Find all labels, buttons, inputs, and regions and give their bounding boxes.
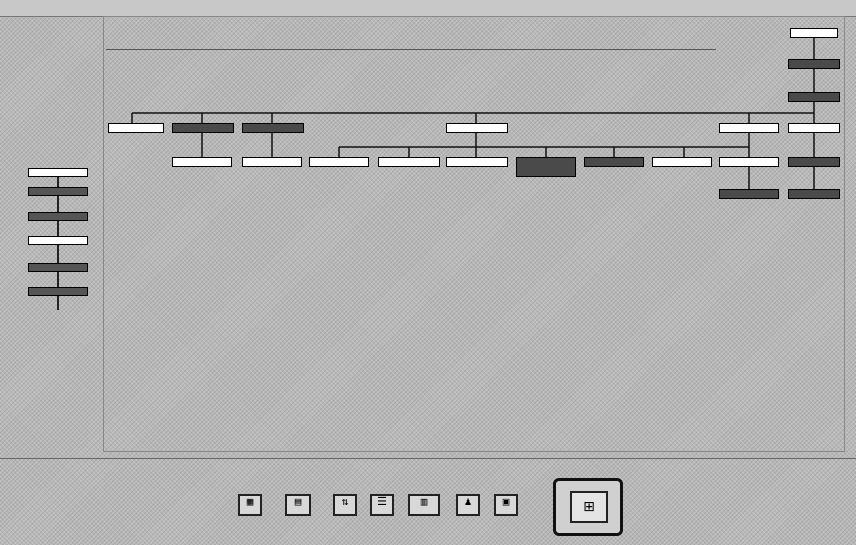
overview-node[interactable] <box>28 187 88 196</box>
org-node[interactable] <box>378 157 440 167</box>
sort-button[interactable]: ⇅ <box>333 494 357 516</box>
grid-icon: ▤ <box>294 495 302 508</box>
org-node[interactable] <box>309 157 369 167</box>
org-node[interactable] <box>788 123 840 133</box>
menu-bar <box>0 0 856 17</box>
org-node[interactable] <box>719 123 779 133</box>
root-node[interactable] <box>790 28 838 38</box>
org-node[interactable] <box>788 189 840 199</box>
org-node[interactable] <box>719 189 779 199</box>
org-chart-button[interactable]: ⊞ <box>553 478 623 536</box>
list-view-button[interactable]: ☰ <box>370 494 394 516</box>
connector <box>57 272 59 287</box>
document-button[interactable]: ▣ <box>494 494 518 516</box>
org-node[interactable] <box>652 157 712 167</box>
org-node[interactable] <box>242 123 304 133</box>
status-bar <box>0 458 856 473</box>
org-node[interactable] <box>172 123 234 133</box>
overview-node[interactable] <box>28 168 88 177</box>
org-node[interactable] <box>172 157 232 167</box>
overview-node[interactable] <box>28 212 88 221</box>
person-icon: ♟ <box>464 495 472 508</box>
table-view-button[interactable]: ▦ <box>238 494 262 516</box>
org-node[interactable] <box>788 157 840 167</box>
overview-panel <box>0 16 100 456</box>
connector <box>57 196 59 212</box>
connector <box>57 296 59 310</box>
org-node[interactable] <box>446 157 508 167</box>
sort-icon: ⇅ <box>341 495 349 508</box>
overview-node[interactable] <box>28 287 88 296</box>
org-node[interactable] <box>516 157 576 177</box>
document-icon: ▣ <box>502 495 510 508</box>
connector-lines <box>131 37 815 189</box>
connector <box>57 177 59 187</box>
person-button[interactable]: ♟ <box>456 494 480 516</box>
org-node[interactable] <box>719 157 779 167</box>
org-node[interactable] <box>446 123 508 133</box>
org-node[interactable] <box>108 123 164 133</box>
overview-node[interactable] <box>28 263 88 272</box>
diagram-canvas[interactable] <box>103 16 845 452</box>
tree-icon: ⊞ <box>570 491 608 523</box>
right-column-node[interactable] <box>788 59 840 69</box>
overview-node[interactable] <box>28 236 88 245</box>
connector <box>57 221 59 236</box>
org-node[interactable] <box>242 157 302 167</box>
org-node[interactable] <box>584 157 644 167</box>
table-icon: ▦ <box>246 495 254 508</box>
chart-icon: ▥ <box>420 495 428 508</box>
right-column-node[interactable] <box>788 92 840 102</box>
chart-button[interactable]: ▥ <box>408 494 440 516</box>
connector <box>57 245 59 263</box>
grid-view-button[interactable]: ▤ <box>285 494 311 516</box>
list-icon: ☰ <box>377 495 387 508</box>
